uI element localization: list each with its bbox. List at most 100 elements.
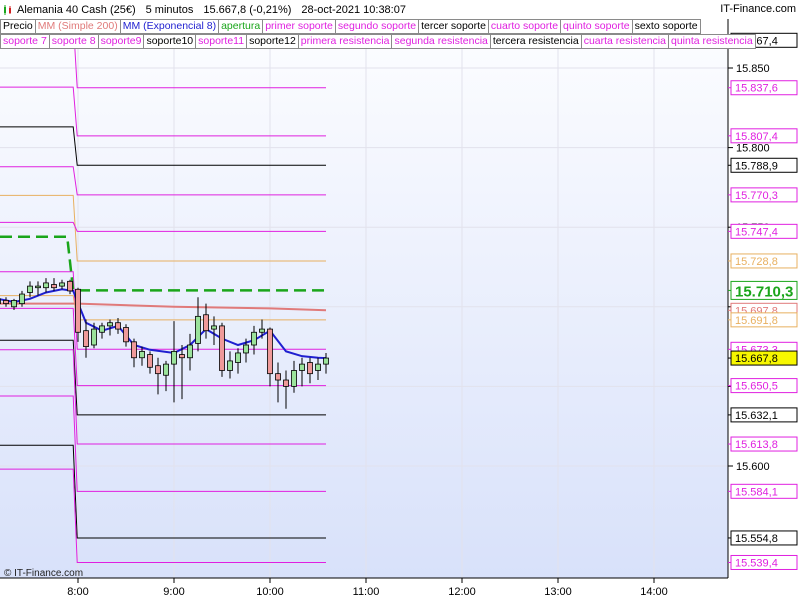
price-level-label: 15.788,9 [735, 160, 778, 172]
x-tick-label: 11:00 [353, 586, 380, 598]
site-name[interactable]: IT-Finance.com [720, 3, 796, 15]
plot-background [0, 48, 728, 578]
candle-body [219, 325, 225, 371]
candle-body [35, 285, 41, 289]
candle-body [147, 354, 153, 368]
candle-body [275, 373, 281, 381]
legend-item[interactable]: tercer soporte [419, 19, 489, 34]
candle-body [155, 365, 161, 375]
candle-body [259, 328, 265, 333]
candle-body [243, 344, 249, 354]
price-level-label: 15.747,4 [735, 226, 778, 238]
legend-item[interactable]: MM (Exponencial 8) [120, 19, 220, 34]
legend-item[interactable]: soporte 7 [0, 34, 50, 49]
price-level-label: 15.710,3 [735, 283, 793, 300]
candle-body [11, 300, 17, 308]
candle-body [291, 370, 297, 387]
credit-text: © IT-Finance.com [4, 568, 84, 579]
chart-canvas: 8:00 9:00 10:00 11:00 12:00 13:00 14:00 15.850 1… [0, 19, 798, 598]
last-price-change: 15.667,8 (-0,21%) [203, 3, 292, 16]
candle-body [0, 298, 1, 305]
candle-body [19, 293, 25, 305]
y-tick-label: 15.850 [736, 63, 770, 75]
candle-body [179, 354, 185, 359]
legend-item[interactable]: soporte11 [196, 34, 248, 49]
candle-body [139, 350, 145, 359]
timeframe[interactable]: 5 minutos [146, 4, 194, 16]
instrument-name: Alemania 40 Cash (25€) [17, 3, 136, 16]
candle-body [299, 363, 305, 371]
candle-body [99, 325, 105, 333]
price-level-label: 15.770,3 [735, 190, 778, 202]
candle-body [91, 328, 97, 346]
candle-body [131, 341, 137, 359]
candle-body [115, 322, 121, 330]
candle-body [283, 379, 289, 387]
legend-item[interactable]: MM (Simple 200) [35, 19, 121, 34]
price-level-label: 15.584,1 [735, 486, 778, 498]
legend-item[interactable]: sexto soporte [632, 19, 701, 34]
legend-item[interactable]: soporte10 [144, 34, 197, 49]
price-level-label: 15.807,4 [735, 131, 778, 143]
candle-body [67, 280, 73, 292]
legend-item[interactable]: cuarto soporte [488, 19, 562, 34]
legend-item[interactable]: cuarta resistencia [581, 34, 669, 49]
candle-body [43, 282, 49, 289]
candle-body [107, 322, 113, 327]
legend-item[interactable]: segunda resistencia [392, 34, 491, 49]
candle-body [203, 314, 209, 332]
candle-body [267, 328, 273, 375]
legend-item[interactable]: tercera resistencia [490, 34, 582, 49]
chart-logo-icon [4, 4, 11, 15]
x-tick-label: 12:00 [448, 586, 476, 598]
candle-body [251, 331, 257, 346]
candle-body [123, 327, 129, 343]
legend-item[interactable]: quinto soporte [561, 19, 633, 34]
candle-body [323, 357, 329, 365]
x-tick-label: 13:00 [544, 586, 572, 598]
price-level-label: 15.728,8 [735, 256, 778, 268]
candle-body [163, 363, 169, 376]
candle-body [27, 285, 33, 293]
price-level-label: 15.650,5 [735, 381, 778, 393]
candle-body [195, 315, 201, 344]
legend-item[interactable]: Precio [0, 19, 36, 34]
price-level-label: 15.554,8 [735, 533, 778, 545]
y-tick-label: 15.600 [736, 461, 770, 473]
legend-row-2: soporte 7 soporte 8 soporte9 soporte10 sopor… [0, 34, 756, 49]
price-level-label: 15.837,6 [735, 83, 778, 95]
legend-item[interactable]: primera resistencia [298, 34, 393, 49]
candle-body [235, 352, 241, 363]
x-tick-label: 14:00 [640, 586, 668, 598]
legend-item[interactable]: soporte9 [98, 34, 145, 49]
price-level-label: 15.667,8 [735, 353, 778, 365]
legend-item[interactable]: primer soporte [263, 19, 336, 34]
price-level-label: 15.613,8 [735, 439, 778, 451]
legend-item[interactable]: soporte12 [247, 34, 299, 49]
candle-body [315, 363, 321, 371]
candle-body [59, 282, 65, 287]
title-bar: Alemania 40 Cash (25€) 5 minutos 15.667,… [0, 0, 800, 19]
candle-body [3, 300, 9, 305]
price-level-label: 15.539,4 [735, 557, 778, 569]
legend-item[interactable]: segundo soporte [335, 19, 420, 34]
candle-body [171, 350, 177, 365]
candle-body [75, 288, 81, 333]
legend-item[interactable]: soporte 8 [49, 34, 99, 49]
price-level-label: 15.691,8 [735, 315, 778, 327]
x-tick-label: 9:00 [163, 586, 184, 598]
candle-body [307, 362, 313, 375]
y-tick-label: 15.800 [736, 143, 770, 155]
legend-item[interactable]: apertura [219, 19, 264, 34]
timestamp: 28-oct-2021 10:38:07 [301, 3, 406, 16]
candle-body [51, 284, 57, 289]
legend-item[interactable]: quinta resistencia [668, 34, 756, 49]
candle-body [227, 360, 233, 371]
candle-body [83, 330, 89, 347]
x-tick-label: 8:00 [67, 586, 88, 598]
candle-body [187, 344, 193, 359]
x-tick-label: 10:00 [256, 586, 284, 598]
price-level-label: 15.632,1 [735, 410, 778, 422]
legend-row-1: Precio MM (Simple 200) MM (Exponencial 8) a… [0, 19, 701, 34]
candle-body [211, 325, 217, 330]
